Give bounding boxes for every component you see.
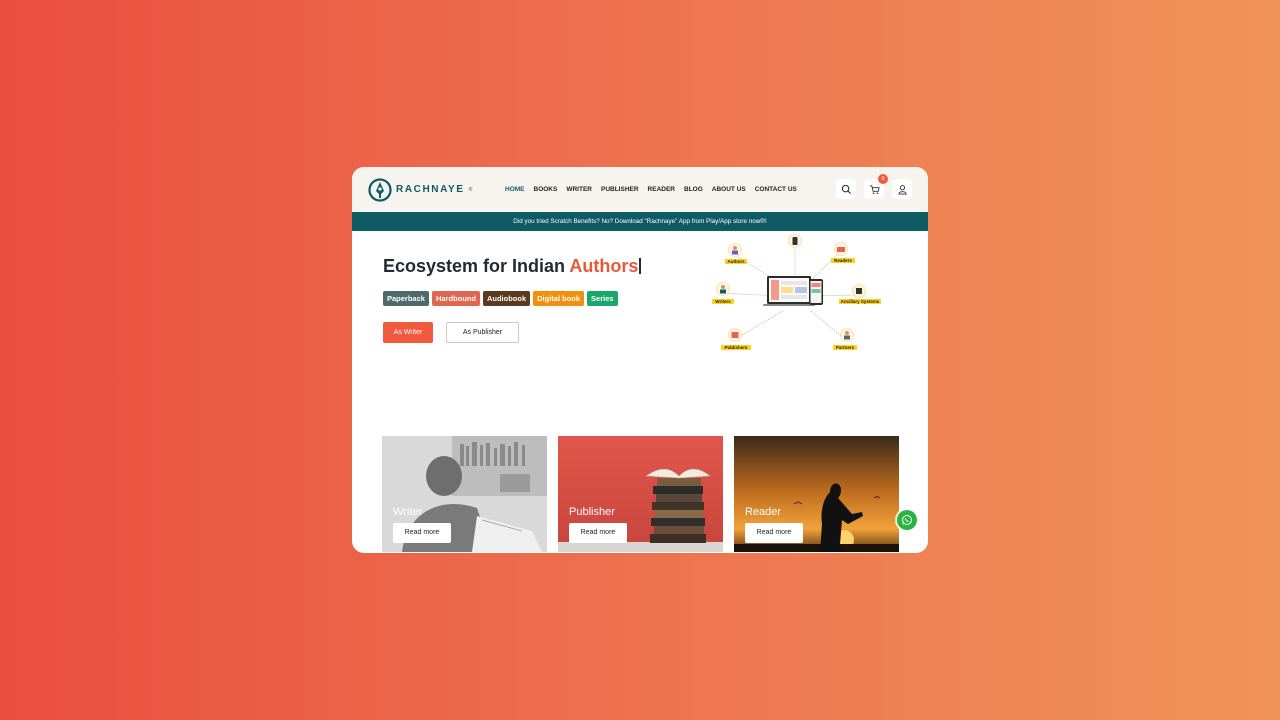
- svg-text:Ancillary Systems: Ancillary Systems: [841, 299, 880, 304]
- format-tags: Paperback Hardbound Audiobook Digital bo…: [383, 291, 618, 306]
- reader-card-title: Reader: [745, 506, 782, 518]
- registered-mark: ®: [468, 186, 473, 193]
- ecosystem-diagram: Authors Readers Writers Ancillary System…: [712, 234, 881, 350]
- reader-card[interactable]: Reader Read more: [734, 436, 899, 552]
- publisher-card-title: Publisher: [569, 506, 615, 518]
- svg-text:Readers: Readers: [834, 258, 852, 263]
- hero-cta-group: As Writer As Publisher: [383, 322, 519, 343]
- writer-card-title: Writer: [393, 506, 423, 518]
- nav-home[interactable]: HOME: [505, 186, 525, 193]
- hero-title: Ecosystem for Indian Authors: [383, 256, 641, 277]
- browser-window: RACHNAYE ® HOME BOOKS WRITER PUBLISHER R…: [352, 167, 928, 553]
- nav-books[interactable]: BOOKS: [534, 186, 558, 193]
- brand-name: RACHNAYE: [396, 184, 465, 195]
- whatsapp-icon: [902, 515, 912, 525]
- search-button[interactable]: [836, 179, 856, 199]
- tag-paperback[interactable]: Paperback: [383, 291, 429, 306]
- user-icon: [897, 184, 907, 195]
- nav-contact-us[interactable]: CONTACT US: [755, 186, 797, 193]
- reader-read-more-button[interactable]: Read more: [745, 523, 803, 543]
- cart-button[interactable]: 0: [864, 174, 888, 199]
- nav-about-us[interactable]: ABOUT US: [712, 186, 746, 193]
- role-cards: Writer Read more Publisher Read more Rea…: [382, 436, 899, 552]
- cart-icon: [869, 184, 880, 194]
- writer-card[interactable]: Writer Read more: [382, 436, 547, 552]
- as-writer-button[interactable]: As Writer: [383, 322, 433, 343]
- svg-text:Publishers: Publishers: [724, 345, 748, 350]
- cart-count-badge: 0: [878, 174, 888, 184]
- svg-text:Authors: Authors: [727, 259, 745, 264]
- search-icon: [841, 184, 851, 194]
- whatsapp-chat-button[interactable]: [897, 510, 917, 530]
- hero-section: Ecosystem for Indian Authors Paperback H…: [352, 231, 928, 431]
- as-publisher-button[interactable]: As Publisher: [446, 322, 519, 343]
- pen-nib-logo-icon: [368, 177, 392, 202]
- nav-publisher[interactable]: PUBLISHER: [601, 186, 639, 193]
- publisher-card[interactable]: Publisher Read more: [558, 436, 723, 552]
- tag-hardbound[interactable]: Hardbound: [431, 291, 480, 306]
- svg-text:Partners: Partners: [836, 345, 855, 350]
- hero-title-accent: Authors: [569, 256, 639, 276]
- tag-series[interactable]: Series: [587, 291, 618, 306]
- tag-audiobook[interactable]: Audiobook: [482, 291, 531, 306]
- laptop-with-phone-illustration: [763, 276, 823, 306]
- top-navbar: RACHNAYE ® HOME BOOKS WRITER PUBLISHER R…: [352, 167, 928, 212]
- tag-digital-book[interactable]: Digital book: [533, 291, 585, 306]
- main-menu: HOME BOOKS WRITER PUBLISHER READER BLOG …: [505, 167, 797, 212]
- nav-blog[interactable]: BLOG: [684, 186, 703, 193]
- announcement-bar[interactable]: Did you tried Scratch Benefits? No? Down…: [352, 212, 928, 231]
- nav-writer[interactable]: WRITER: [566, 186, 592, 193]
- writer-read-more-button[interactable]: Read more: [393, 523, 451, 543]
- brand-logo[interactable]: RACHNAYE ®: [368, 177, 473, 202]
- nav-reader[interactable]: READER: [648, 186, 675, 193]
- publisher-read-more-button[interactable]: Read more: [569, 523, 627, 543]
- svg-text:Writers: Writers: [715, 299, 731, 304]
- account-button[interactable]: [892, 179, 912, 199]
- typing-caret: [639, 258, 641, 274]
- nav-actions: 0: [836, 174, 912, 199]
- hero-title-prefix: Ecosystem for Indian: [383, 256, 570, 276]
